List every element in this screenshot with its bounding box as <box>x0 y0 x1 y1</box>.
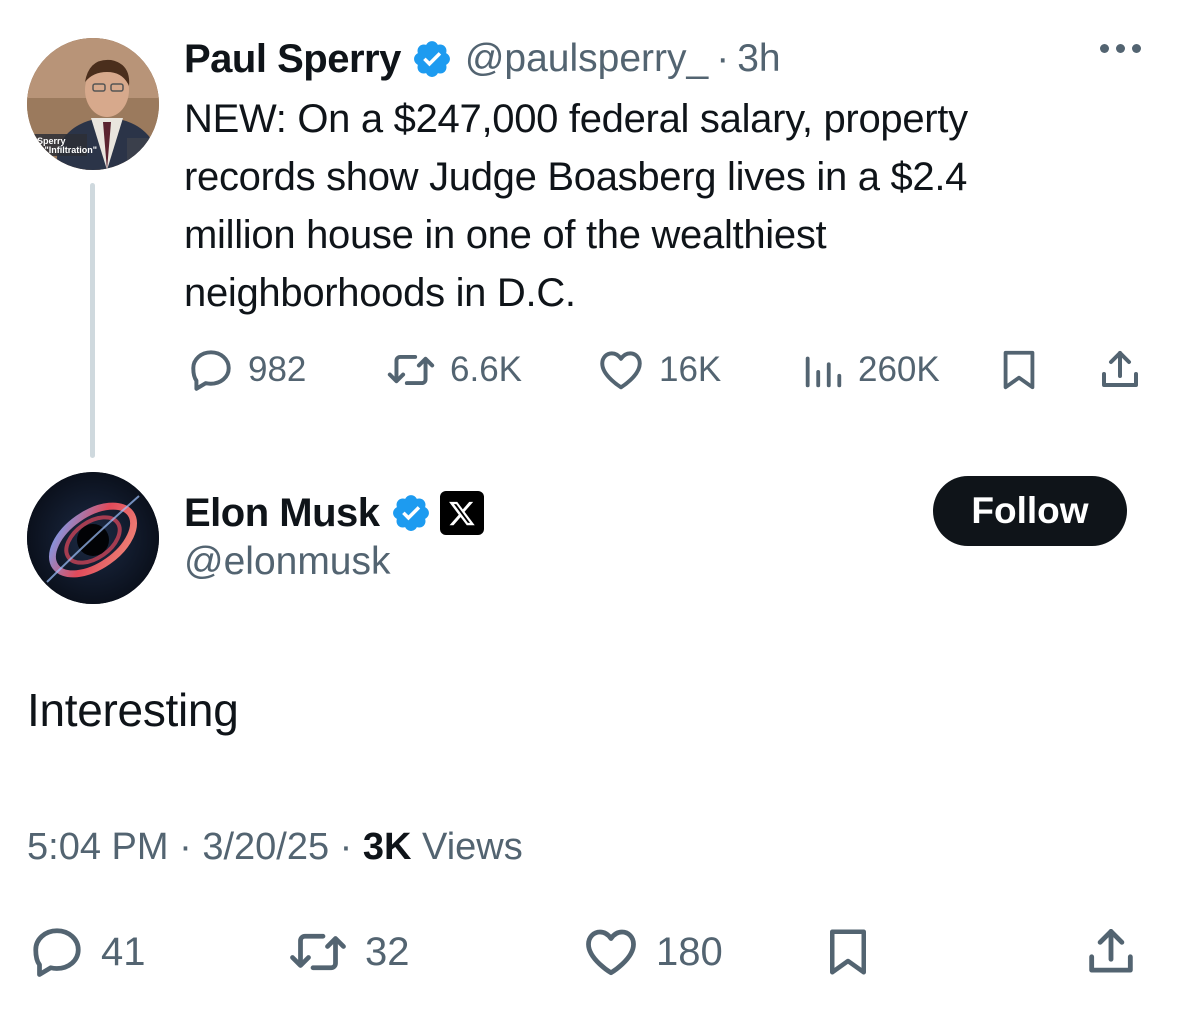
parent-author-row: Paul Sperry @paulsperry_ · 3h <box>184 34 781 84</box>
verified-badge-icon <box>392 495 429 531</box>
avatar-caption: Sperry or, "Infiltration" <box>31 136 98 155</box>
thread-connector-line <box>90 183 95 458</box>
repost-icon <box>387 354 435 386</box>
tweet-text-line: NEW: On a $247,000 federal salary, prope… <box>184 97 968 141</box>
more-icon[interactable] <box>1100 44 1141 53</box>
author-handle[interactable]: @paulsperry_ <box>465 37 708 81</box>
repost-button[interactable]: 6.6K <box>384 340 522 400</box>
share-button[interactable] <box>1096 340 1144 400</box>
bookmark-button[interactable] <box>996 340 1042 400</box>
share-button[interactable] <box>1082 920 1140 984</box>
tweet-text-line: records show Judge Boasberg lives in a $… <box>184 155 968 199</box>
repost-button[interactable]: 32 <box>285 920 410 984</box>
reply-icon <box>191 350 231 391</box>
share-icon <box>1089 929 1133 973</box>
parent-action-bar: 982 6.6K 16K 260K <box>186 340 1146 400</box>
separator-dot: · <box>339 826 353 868</box>
views-icon <box>805 356 842 388</box>
verified-badge-icon <box>413 41 450 77</box>
time-ago[interactable]: 3h <box>737 37 780 81</box>
tweet-meta: 5:04 PM · 3/20/25 · 3K Views <box>27 826 523 869</box>
like-icon <box>600 351 642 390</box>
separator-dot: · <box>716 37 730 80</box>
views-count: 260K <box>858 350 940 389</box>
bookmark-button[interactable] <box>821 920 875 984</box>
reply-count: 982 <box>248 350 307 389</box>
views-label: Views <box>422 826 523 868</box>
reply-icon <box>33 928 81 977</box>
repost-icon <box>290 933 346 971</box>
avatar-elon-musk[interactable] <box>27 472 159 604</box>
separator-dot: · <box>179 826 192 868</box>
views-count: 3K <box>362 826 412 868</box>
like-count: 16K <box>659 350 722 389</box>
like-button[interactable]: 180 <box>580 920 723 984</box>
repost-count: 32 <box>365 929 410 974</box>
tweet-text: NEW: On a $247,000 federal salary, prope… <box>184 90 1144 322</box>
views-button[interactable]: 260K <box>800 340 940 400</box>
reply-action-bar: 41 32 180 <box>27 920 1157 984</box>
like-icon <box>586 929 636 976</box>
bookmark-icon <box>830 929 866 975</box>
post-time[interactable]: 5:04 PM <box>27 826 169 868</box>
reply-author-row: Elon Musk <box>184 487 484 539</box>
tweet-text-line: neighborhoods in D.C. <box>184 271 576 315</box>
author-handle[interactable]: @elonmusk <box>184 540 391 584</box>
reply-count: 41 <box>101 929 146 974</box>
like-count: 180 <box>656 929 723 974</box>
avatar-blackhole-image <box>27 472 159 604</box>
reply-button[interactable]: 41 <box>27 920 146 984</box>
repost-count: 6.6K <box>450 350 522 389</box>
reply-text: Interesting <box>27 684 239 736</box>
follow-button[interactable]: Follow <box>933 476 1127 546</box>
bookmark-icon <box>1003 350 1035 390</box>
x-logo-icon <box>439 491 484 535</box>
post-date[interactable]: 3/20/25 <box>202 826 329 868</box>
like-button[interactable]: 16K <box>595 340 721 400</box>
reply-button[interactable]: 982 <box>186 340 306 400</box>
tweet-text-line: million house in one of the wealthiest <box>184 213 827 257</box>
author-name[interactable]: Paul Sperry <box>184 37 401 82</box>
author-name[interactable]: Elon Musk <box>184 491 380 536</box>
share-icon <box>1102 351 1138 387</box>
